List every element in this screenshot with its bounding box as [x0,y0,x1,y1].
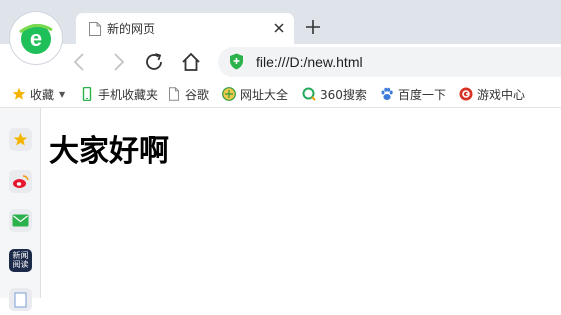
mail-icon [12,214,29,227]
reload-button[interactable] [142,50,166,74]
shield-icon [230,53,243,70]
search-360-icon [302,87,316,101]
bookmark-label: 网址大全 [240,87,289,102]
bookmark-baidu[interactable]: 百度一下 [380,85,446,103]
sidebar-news-button[interactable]: 新闻 阅读 [9,249,32,272]
bookmark-mobile[interactable]: 手机收藏夹 [80,85,158,103]
caret-down-icon: ▼ [59,89,66,99]
page-heading: 大家好啊 [49,134,169,169]
sidebar: 新闻 阅读 [0,108,41,311]
bookmark-label: 百度一下 [398,87,447,102]
page-icon [169,87,179,101]
star-icon [13,132,28,146]
logo-e-icon: e [19,24,53,54]
bookmark-label: 收藏 [30,87,55,102]
bookmark-favorites[interactable]: 收藏 ▼ [12,85,65,103]
tab-active[interactable]: 新的网页 [76,13,294,44]
svg-text:e: e [30,26,42,51]
bookmark-google[interactable]: 谷歌 [167,85,209,103]
back-button[interactable] [68,50,92,74]
bookmark-label: 游戏中心 [477,87,526,102]
globe-icon [222,87,236,101]
sidebar-favorites-button[interactable] [9,128,32,151]
arrow-left-icon [73,53,84,71]
news-icon: 新闻 阅读 [12,251,29,269]
nav-bar: file:///D:/new.html [0,44,561,80]
home-button[interactable] [179,50,203,74]
browser-logo-icon[interactable]: e [10,12,62,64]
new-tab-icon[interactable] [304,18,322,36]
page-content: 大家好啊 [41,108,561,298]
page-icon [89,22,101,36]
bookmark-360-search[interactable]: 360搜索 [302,85,367,103]
bookmark-label: 谷歌 [185,87,210,102]
tab-title: 新的网页 [107,22,156,36]
close-icon[interactable] [272,21,286,35]
sidebar-mail-button[interactable] [9,209,32,232]
bookmark-label: 360搜索 [320,87,367,102]
paw-icon [381,87,393,100]
url-text[interactable]: file:///D:/new.html [256,54,363,70]
star-icon [12,87,26,100]
document-icon [14,292,27,308]
bookmarks-bar: 收藏 ▼ 手机收藏夹 谷歌 网址大全 360搜索 百度一下 游戏中心 [0,80,561,108]
tab-strip: 新的网页 [0,0,561,44]
bookmark-game-center[interactable]: 游戏中心 [459,85,525,103]
bookmark-directory[interactable]: 网址大全 [222,85,288,103]
weibo-icon [13,175,29,188]
sidebar-weibo-button[interactable] [9,170,32,193]
forward-button[interactable] [106,50,130,74]
phone-icon [82,87,92,101]
bookmark-label: 手机收藏夹 [98,87,159,102]
address-bar[interactable]: file:///D:/new.html [218,47,561,77]
game-icon [459,87,473,101]
browser-window: 新的网页 e file:///D:/new.html 收藏 ▼ 手机收藏夹 谷歌… [0,0,561,311]
home-icon [182,52,200,71]
arrow-right-icon [114,53,125,71]
sidebar-doc-button[interactable] [9,288,32,311]
reload-icon [146,53,162,70]
